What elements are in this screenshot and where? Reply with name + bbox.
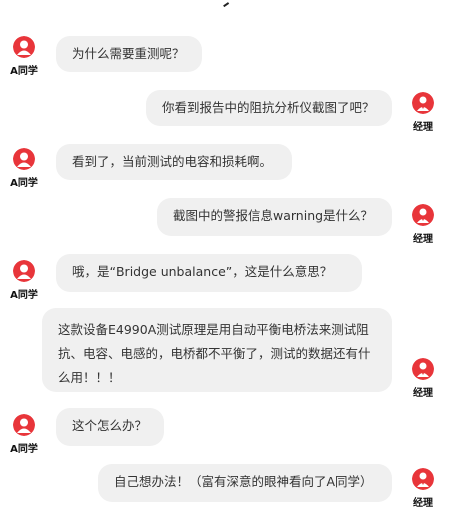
message-row: 自己想办法！（富有深意的眼神看向了A同学） 经理 — [0, 464, 450, 512]
message-bubble: 这款设备E4990A测试原理是用自动平衡电桥法来测试阻抗、电容、电感的，电桥都不… — [42, 308, 392, 392]
avatar-name: A同学 — [10, 290, 38, 301]
avatar-name: 经理 — [413, 388, 433, 399]
avatar-name: A同学 — [10, 444, 38, 455]
message-row: A同学 看到了，当前测试的电容和损耗啊。 — [0, 144, 450, 192]
student-avatar[interactable]: A同学 — [6, 148, 42, 189]
manager-icon — [412, 204, 434, 226]
message-row: A同学 这个怎么办？ — [0, 408, 450, 456]
message-bubble: 看到了，当前测试的电容和损耗啊。 — [56, 144, 292, 180]
student-avatar[interactable]: A同学 — [6, 260, 42, 301]
message-bubble: 为什么需要重测呢？ — [56, 36, 202, 72]
student-avatar[interactable]: A同学 — [6, 414, 42, 455]
message-bubble: 你看到报告中的阻抗分析仪截图了吧？ — [146, 90, 392, 126]
top-decoration — [220, 0, 230, 8]
message-row: 截图中的警报信息warning是什么？ 经理 — [0, 198, 450, 246]
user-icon — [13, 148, 35, 170]
message-row: A同学 哦，是“Bridge unbalance”，这是什么意思？ — [0, 254, 450, 304]
avatar-name: 经理 — [413, 122, 433, 133]
manager-icon — [412, 468, 434, 490]
message-row: 这款设备E4990A测试原理是用自动平衡电桥法来测试阻抗、电容、电感的，电桥都不… — [0, 308, 450, 404]
message-bubble: 哦，是“Bridge unbalance”，这是什么意思？ — [56, 254, 362, 292]
user-icon — [13, 36, 35, 58]
user-icon — [13, 260, 35, 282]
avatar-name: 经理 — [413, 234, 433, 245]
avatar-name: A同学 — [10, 66, 38, 77]
message-bubble: 截图中的警报信息warning是什么？ — [157, 198, 392, 236]
avatar-name: 经理 — [413, 498, 433, 509]
message-bubble: 自己想办法！（富有深意的眼神看向了A同学） — [98, 464, 392, 502]
message-bubble: 这个怎么办？ — [56, 408, 164, 446]
user-icon — [13, 414, 35, 436]
manager-avatar[interactable]: 经理 — [405, 92, 441, 133]
student-avatar[interactable]: A同学 — [6, 36, 42, 77]
manager-avatar[interactable]: 经理 — [405, 358, 441, 399]
manager-avatar[interactable]: 经理 — [405, 468, 441, 509]
manager-icon — [412, 358, 434, 380]
manager-avatar[interactable]: 经理 — [405, 204, 441, 245]
message-row: A同学 为什么需要重测呢？ — [0, 36, 450, 84]
message-row: 你看到报告中的阻抗分析仪截图了吧？ 经理 — [0, 90, 450, 138]
manager-icon — [412, 92, 434, 114]
avatar-name: A同学 — [10, 178, 38, 189]
